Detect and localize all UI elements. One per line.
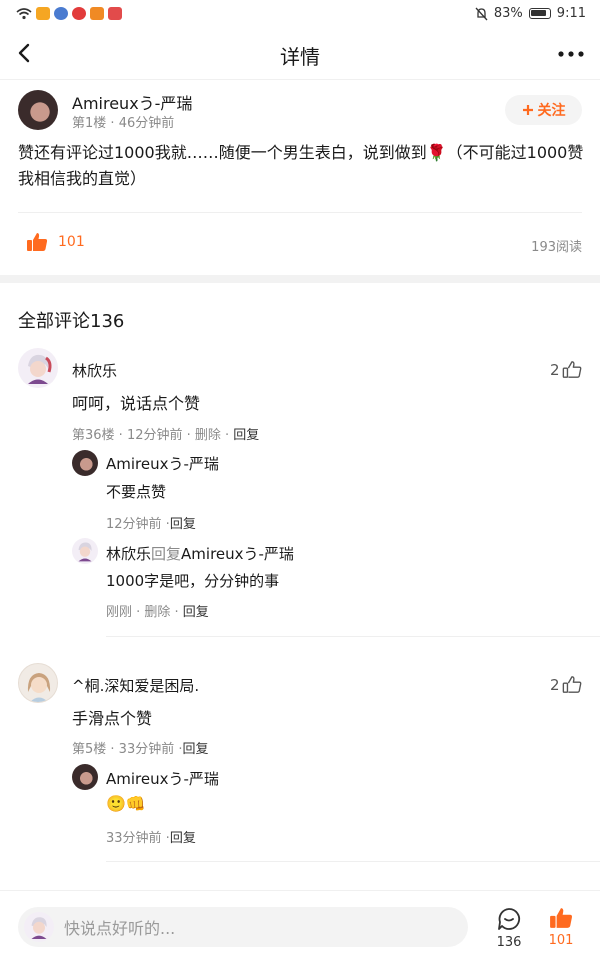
app-notification-icon	[108, 7, 122, 20]
reply-target-name[interactable]: Amireuxう-严瑞	[181, 545, 294, 563]
reply-avatar[interactable]	[72, 450, 98, 476]
comments-header: 全部评论136	[18, 311, 125, 332]
comment-text: 手滑点个赞	[72, 709, 153, 728]
status-icons-right: 83% 9:11	[475, 6, 586, 21]
follow-button[interactable]: 关注	[505, 95, 582, 125]
comment-divider	[106, 861, 600, 862]
app-notification-icon	[72, 7, 86, 20]
anime-avatar-icon	[78, 542, 92, 562]
reply-header: 林欣乐回复Amireuxう-严瑞	[106, 543, 294, 564]
reply-text: 不要点赞	[106, 483, 167, 501]
post-floor: 第1楼	[72, 116, 107, 131]
comment-like-button[interactable]: 2	[550, 360, 582, 379]
reply-text: 1000字是吧，分分钟的事	[106, 572, 280, 590]
follow-label: 关注	[537, 103, 566, 119]
comment-like-button[interactable]: 2	[550, 675, 582, 694]
commenter-name[interactable]: ^桐.深知爱是困局.	[72, 675, 199, 696]
status-icons-left	[16, 7, 122, 20]
comment-bubble-icon	[498, 908, 521, 930]
comment-text: 呵呵，说话点个赞	[72, 394, 201, 413]
post-time: 46分钟前	[118, 116, 175, 131]
battery-percent: 83%	[493, 6, 523, 21]
mute-icon	[475, 7, 488, 20]
top-navigation-bar: 详情	[0, 28, 600, 80]
reply-meta: 12分钟前 ·回复	[106, 517, 196, 532]
reply-link[interactable]: 回复	[170, 831, 196, 846]
post-like-count: 101	[58, 234, 85, 250]
reply-author-name[interactable]: Amireuxう-严瑞	[106, 453, 219, 474]
reply-link[interactable]: 回复	[233, 428, 259, 443]
like-count: 101	[548, 933, 574, 948]
post-like-button[interactable]: 101	[26, 232, 85, 252]
clock: 9:11	[556, 6, 586, 21]
divider	[18, 212, 582, 213]
reply-author-name[interactable]: 林欣乐	[106, 545, 151, 563]
thumbs-up-filled-icon	[27, 233, 48, 251]
bottom-comment-bar: 快说点好听的... 136 101	[0, 890, 600, 960]
plus-icon	[522, 105, 533, 115]
comment-meta: 第5楼 · 33分钟前 ·回复	[72, 742, 209, 757]
battery-icon	[528, 8, 551, 19]
reply-avatar[interactable]	[72, 538, 98, 564]
more-dots-icon	[558, 51, 584, 57]
reply-meta: 33分钟前 ·回复	[106, 831, 196, 846]
reply-link[interactable]: 回复	[170, 517, 196, 532]
page-title: 详情	[280, 45, 320, 69]
reply-link[interactable]: 回复	[182, 742, 208, 757]
reply-word: 回复	[151, 545, 182, 563]
girl-avatar-icon	[27, 673, 51, 702]
comment-input-placeholder: 快说点好听的...	[64, 919, 176, 938]
thumbs-up-outline-icon	[562, 676, 581, 693]
wifi-icon	[16, 8, 32, 20]
commenter-name[interactable]: 林欣乐	[72, 360, 117, 381]
comments-button[interactable]: 136	[489, 907, 529, 950]
music-notification-icon	[54, 7, 68, 20]
like-button[interactable]: 101	[541, 907, 581, 948]
comment-like-count: 2	[550, 675, 560, 694]
read-count: 193阅读	[531, 240, 582, 255]
post-meta: 第1楼 · 46分钟前	[72, 116, 175, 131]
thumbs-up-filled-icon	[550, 908, 572, 928]
post-content: 赞还有评论过1000我就……随便一个男生表白，说到做到🌹（不可能过1000赞我相…	[18, 143, 584, 188]
comment-input[interactable]: 快说点好听的...	[18, 907, 468, 947]
status-bar: 83% 9:11	[0, 0, 600, 28]
anime-avatar-icon	[31, 917, 47, 939]
commenter-avatar[interactable]	[18, 663, 58, 703]
app-notification-icon	[36, 7, 50, 20]
reply-text: 🙂👊	[106, 794, 146, 813]
comment-count: 136	[496, 935, 522, 950]
section-separator	[0, 275, 600, 283]
post-author-name[interactable]: Amireuxう-严瑞	[72, 90, 192, 114]
comment-divider	[106, 636, 600, 637]
reply-avatar[interactable]	[72, 764, 98, 790]
my-avatar	[24, 912, 54, 942]
comment-like-count: 2	[550, 360, 560, 379]
post-author-avatar[interactable]	[18, 90, 58, 130]
anime-avatar-icon	[28, 354, 52, 384]
comment-meta: 第36楼 · 12分钟前 · 删除 · 回复	[72, 428, 260, 443]
reply-author-name[interactable]: Amireuxう-严瑞	[106, 768, 219, 789]
thumbs-up-outline-icon	[562, 361, 581, 378]
commenter-avatar[interactable]	[18, 348, 58, 388]
app-notification-icon	[90, 7, 104, 20]
reply-meta: 刚刚 · 删除 · 回复	[106, 605, 209, 620]
reply-link[interactable]: 回复	[183, 605, 209, 620]
more-options-button[interactable]	[556, 40, 586, 68]
